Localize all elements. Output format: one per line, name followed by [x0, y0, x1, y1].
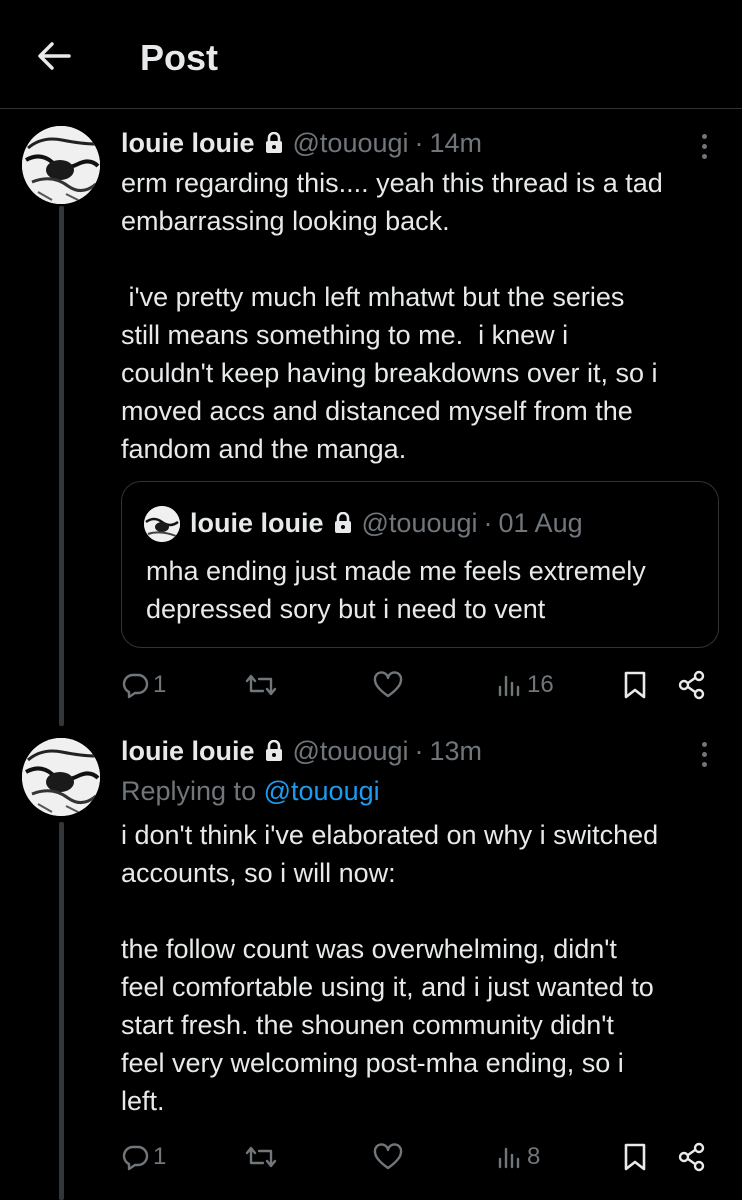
repost-icon — [245, 674, 277, 696]
lock-icon — [265, 132, 283, 154]
more-options-button[interactable] — [690, 734, 718, 774]
more-dot — [701, 143, 707, 149]
quoted-tweet[interactable]: louie louie @touougi · 01 Aug mha ending… — [121, 481, 719, 648]
tweet-text: i don't think i've elaborated on why i s… — [121, 820, 659, 1116]
more-options-button[interactable] — [690, 126, 718, 166]
avatar-image — [22, 126, 100, 204]
tweet-actions: 1 8 — [121, 1137, 721, 1177]
view-count: 16 — [527, 671, 554, 698]
bookmark-icon — [624, 671, 646, 699]
reply-icon — [122, 1145, 149, 1171]
arrow-left-icon — [38, 42, 71, 70]
thread-connector — [59, 206, 64, 726]
more-dot — [701, 761, 707, 767]
like-button[interactable] — [373, 665, 403, 705]
tweet-actions: 1 16 — [121, 665, 721, 705]
quote-date: 01 Aug — [498, 508, 583, 538]
timestamp[interactable]: 13m — [430, 734, 483, 768]
repost-button[interactable] — [245, 1137, 277, 1177]
replying-to: Replying to @touougi — [121, 774, 380, 808]
share-button[interactable] — [677, 1137, 707, 1177]
reply-button[interactable]: 1 — [121, 665, 166, 705]
separator: · — [414, 128, 424, 158]
bookmark-button[interactable] — [623, 665, 647, 705]
quote-text: mha ending just made me feels extremely … — [146, 556, 646, 624]
reply-count: 1 — [153, 1143, 167, 1170]
quote-display-name: louie louie — [190, 508, 324, 538]
reply-count: 1 — [153, 671, 167, 698]
separator: · — [483, 508, 493, 538]
tweet-header: louie louie @touougi · 14m — [121, 126, 482, 160]
share-button[interactable] — [677, 665, 707, 705]
back-button[interactable] — [32, 34, 76, 78]
reply-icon — [122, 673, 149, 699]
mention-link[interactable]: @touougi — [264, 776, 380, 806]
reply-button[interactable]: 1 — [121, 1137, 166, 1177]
like-button[interactable] — [373, 1137, 403, 1177]
quote-header: louie louie @touougi · 01 Aug — [190, 506, 583, 540]
display-name[interactable]: louie louie — [121, 734, 255, 768]
avatar-image — [144, 506, 180, 542]
replying-prefix: Replying to — [121, 776, 257, 806]
views-button[interactable]: 16 — [495, 665, 554, 705]
separator: · — [414, 736, 424, 766]
bookmark-icon — [624, 1143, 646, 1171]
avatar-image — [22, 738, 100, 816]
more-vertical-icon — [701, 133, 707, 139]
heart-icon — [373, 1143, 403, 1170]
quote-avatar — [144, 506, 180, 542]
avatar[interactable] — [22, 126, 100, 204]
quote-handle: @touougi — [361, 508, 478, 538]
lock-icon — [334, 512, 352, 534]
share-icon — [678, 670, 705, 700]
views-icon — [498, 1147, 520, 1169]
timestamp[interactable]: 14m — [430, 126, 483, 160]
tweet-header: louie louie @touougi · 13m — [121, 734, 482, 768]
bookmark-button[interactable] — [623, 1137, 647, 1177]
heart-icon — [373, 671, 403, 698]
handle[interactable]: @touougi — [293, 126, 409, 160]
lock-icon — [265, 740, 283, 762]
views-icon — [498, 675, 520, 697]
repost-button[interactable] — [245, 665, 277, 705]
page-title: Post — [140, 37, 219, 78]
tweet-text: erm regarding this.... yeah this thread … — [121, 168, 663, 464]
repost-icon — [245, 1146, 277, 1168]
more-dot — [701, 751, 707, 757]
top-bar: Post — [0, 0, 742, 109]
avatar[interactable] — [22, 738, 100, 816]
more-vertical-icon — [701, 741, 707, 747]
more-dot — [701, 153, 707, 159]
display-name[interactable]: louie louie — [121, 126, 255, 160]
thread-connector — [59, 822, 64, 1200]
share-icon — [678, 1142, 705, 1172]
views-button[interactable]: 8 — [495, 1137, 540, 1177]
handle[interactable]: @touougi — [293, 734, 409, 768]
view-count: 8 — [527, 1143, 541, 1170]
